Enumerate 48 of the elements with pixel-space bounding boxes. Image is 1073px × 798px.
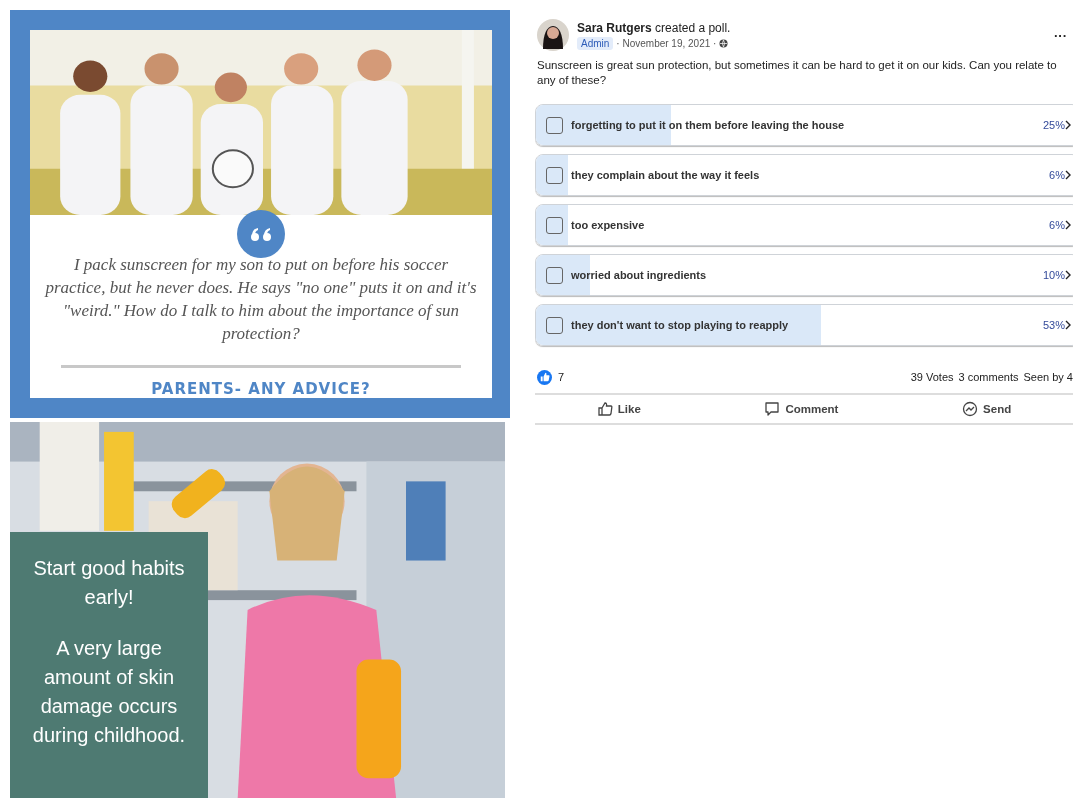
avatar-icon: [537, 19, 569, 51]
poll-option[interactable]: they don't want to stop playing to reapply 53%: [535, 304, 1073, 346]
comment-count[interactable]: 3 comments: [958, 371, 1019, 383]
option-percent: 25%: [1042, 119, 1065, 131]
globe-icon: [719, 38, 729, 48]
checkbox[interactable]: [546, 216, 563, 234]
option-label: too expensive: [571, 219, 645, 231]
seen-count[interactable]: Seen by 4: [1023, 371, 1073, 383]
headline: Start good habits early!: [32, 556, 186, 610]
send-button[interactable]: Send: [958, 399, 1016, 419]
chevron-icon: [1065, 320, 1071, 330]
checkbox[interactable]: [546, 266, 563, 284]
body-text: A very large amount of skin damage occurs during childhood.: [31, 636, 187, 748]
poll-option[interactable]: worried about ingredients 10%: [535, 254, 1073, 296]
poll-option[interactable]: they complain about the way it feels 6%: [535, 154, 1073, 196]
checkbox[interactable]: [546, 116, 563, 134]
chevron-icon: [1065, 220, 1071, 230]
quote-icon: [237, 210, 285, 258]
post-text: Sunscreen is great sun protection, but sometimes it can be hard to get it on our kids. Can you relate to any of these?: [537, 58, 1058, 88]
checkbox[interactable]: [546, 166, 563, 184]
poll-option[interactable]: too expensive 6%: [535, 204, 1073, 246]
like-icon: [537, 369, 552, 385]
option-percent: 6%: [1049, 219, 1065, 231]
vote-count[interactable]: 39 Votes: [910, 371, 954, 383]
call-to-action: PARENTS- ANY ADVICE?: [151, 380, 371, 398]
option-label: worried about ingredients: [571, 269, 707, 281]
reaction-count[interactable]: 7: [558, 371, 565, 383]
option-percent: 53%: [1042, 319, 1065, 331]
option-label: they complain about the way it feels: [571, 169, 760, 181]
more-button[interactable]: ···: [1048, 26, 1073, 44]
chevron-icon: [1065, 120, 1071, 130]
messenger-icon: [962, 401, 979, 417]
author-line: Sara Rutgers created a poll.: [577, 20, 731, 35]
checkbox[interactable]: [546, 316, 563, 334]
option-label: they don't want to stop playing to reapply: [571, 319, 789, 331]
option-percent: 10%: [1042, 269, 1065, 281]
option-percent: 6%: [1049, 169, 1065, 181]
like-button[interactable]: Like: [592, 399, 645, 419]
role-badge: Admin: [577, 36, 614, 50]
option-label: forgetting to put it on them before leaving the house: [571, 119, 845, 131]
comment-button[interactable]: Comment: [760, 399, 843, 419]
chevron-icon: [1065, 170, 1071, 180]
poll-option[interactable]: forgetting to put it on them before leaving the house 25%: [535, 104, 1073, 146]
chevron-icon: [1065, 270, 1071, 280]
quote-text: I pack sunscreen for my son to put on before his soccer practice, but he never does. He says "no one" puts it on and it's "weird." How do I talk to him about the importance of sun protection?: [44, 254, 478, 345]
speech-bubble-icon: [764, 401, 781, 417]
thumbs-up-icon: [596, 401, 613, 417]
post-date: · November 19, 2021 ·: [616, 37, 717, 49]
